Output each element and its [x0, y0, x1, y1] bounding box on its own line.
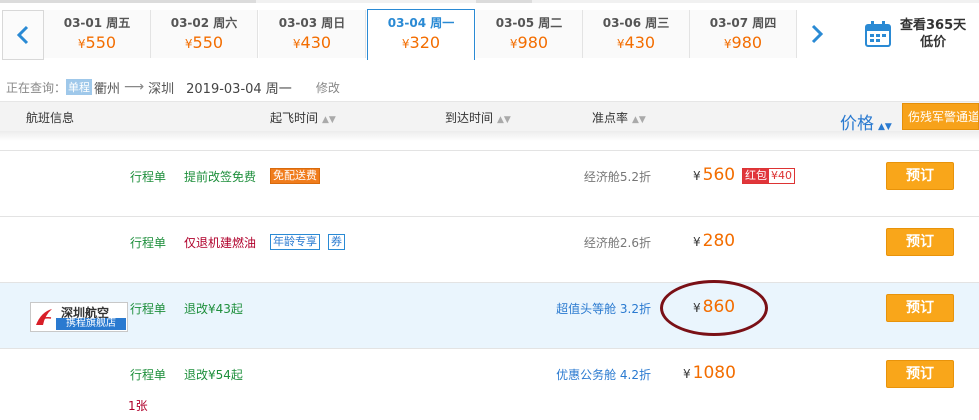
cabin-class: 优惠公务舱 4.2折	[556, 368, 651, 382]
origin-city: 衢州	[94, 81, 121, 97]
cabin-class: 超值头等舱 3.2折	[556, 302, 651, 316]
chevron-left-icon	[16, 25, 29, 45]
date-price-bar: 03-01 周五 ¥550 03-02 周六 ¥550 03-03 周日 ¥43…	[0, 0, 979, 64]
age-exclusive-tag: 年龄专享	[270, 234, 320, 250]
fare-row: 行程单 仅退机建燃油 年龄专享 券 经济舱2.6折 ¥280 预订	[0, 216, 979, 282]
book-button[interactable]: 预订	[886, 162, 954, 190]
date-price: ¥430	[292, 33, 332, 52]
col-flight-info: 航班信息	[26, 111, 75, 125]
destination-city: 深圳	[148, 81, 175, 97]
date-label: 03-06 周三	[602, 16, 670, 30]
date-price: ¥980	[509, 33, 549, 52]
refund-policy: 仅退机建燃油	[184, 236, 257, 250]
calendar-label: 查看365天 低价	[900, 18, 967, 50]
date-label: 03-05 周二	[495, 16, 563, 30]
header-shadow	[0, 131, 979, 141]
date-label: 03-04 周一	[387, 16, 455, 30]
date-price: ¥430	[616, 33, 656, 52]
fare-row-highlighted: 深圳航空 携程旗舰店 行程单 退改¥43起 超值头等舱 3.2折 ¥860 预订	[0, 282, 979, 348]
itinerary-label: 行程单	[130, 236, 167, 250]
date-label: 03-01 周五	[63, 16, 131, 30]
fare-price: ¥560	[693, 165, 736, 185]
date-price: ¥980	[723, 33, 763, 52]
modify-link[interactable]: 修改	[316, 79, 340, 96]
shenzhen-airlines-logo-icon	[36, 309, 52, 325]
itinerary-label: 行程单	[130, 302, 167, 316]
refund-policy: 退改¥54起	[184, 368, 243, 382]
date-tab-0304-selected[interactable]: 03-04 周一 ¥320	[367, 9, 475, 60]
low-price-calendar-button[interactable]: 查看365天 低价	[838, 10, 979, 58]
date-tab-0302[interactable]: 03-02 周六 ¥550	[151, 10, 258, 58]
calendar-icon	[865, 21, 891, 47]
fare-row: 行程单 提前改签免费 免配送费 经济舱5.2折 ¥560 红包 ¥40 预订	[0, 150, 979, 216]
col-arrive-sort[interactable]: 到达时间 ▲▼	[445, 109, 511, 126]
date-tab-0307[interactable]: 03-07 周四 ¥980	[690, 10, 797, 58]
date-label: 03-02 周六	[170, 16, 238, 30]
chevron-right-icon	[811, 24, 824, 44]
query-label: 正在查询：	[6, 80, 67, 95]
sort-icon: ▲▼	[322, 115, 336, 125]
flagship-store-label: 携程旗舰店	[56, 318, 126, 330]
sort-icon: ▲▼	[497, 115, 511, 125]
date-tab-0306[interactable]: 03-06 周三 ¥430	[583, 10, 690, 58]
date-label: 03-07 周四	[709, 16, 777, 30]
hongbao-badge: 红包 ¥40	[742, 168, 795, 184]
top-tab-strip	[0, 0, 979, 3]
sort-icon: ▲▼	[632, 115, 646, 125]
cabin-class: 经济舱5.2折	[583, 170, 651, 184]
free-delivery-tag: 免配送费	[270, 168, 320, 184]
results-header: 航班信息 起飞时间 ▲▼ 到达时间 ▲▼ 准点率 ▲▼ 价格 ▲▼ 伤残军警通道	[0, 101, 979, 134]
date-tab-0303[interactable]: 03-03 周日 ¥430	[259, 10, 366, 58]
next-dates-button[interactable]	[797, 10, 837, 58]
disabled-veteran-channel-button[interactable]: 伤残军警通道	[902, 103, 979, 130]
long-arrow-right-icon: ⟶	[124, 79, 145, 95]
itinerary-label: 行程单	[130, 368, 167, 382]
book-button[interactable]: 预订	[886, 228, 954, 256]
date-price: ¥320	[401, 33, 441, 52]
fare-price: ¥1080	[683, 363, 736, 383]
seats-left: 1张	[128, 399, 148, 413]
prev-dates-button[interactable]	[2, 10, 44, 60]
query-date: 2019-03-04 周一	[186, 81, 292, 97]
airline-store-logo[interactable]: 深圳航空 携程旗舰店	[30, 302, 128, 332]
book-button[interactable]: 预订	[886, 360, 954, 388]
date-label: 03-03 周日	[278, 16, 346, 30]
refund-policy: 退改¥43起	[184, 302, 243, 316]
cabin-class: 经济舱2.6折	[583, 236, 651, 250]
fare-price: ¥860	[693, 297, 736, 317]
refund-policy: 提前改签免费	[184, 170, 257, 184]
date-tab-0301[interactable]: 03-01 周五 ¥550	[44, 10, 151, 58]
current-query: 正在查询： 单程 衢州 ⟶ 深圳 2019-03-04 周一 修改	[6, 78, 340, 97]
date-price: ¥550	[184, 33, 224, 52]
col-depart-sort[interactable]: 起飞时间 ▲▼	[270, 109, 336, 126]
fare-price: ¥280	[693, 231, 736, 251]
date-tab-0305[interactable]: 03-05 周二 ¥980	[476, 10, 583, 58]
itinerary-label: 行程单	[130, 170, 167, 184]
date-price: ¥550	[77, 33, 117, 52]
trip-type-badge: 单程	[66, 79, 93, 95]
coupon-tag: 券	[328, 234, 345, 250]
book-button[interactable]: 预订	[886, 294, 954, 322]
col-ontime-sort[interactable]: 准点率 ▲▼	[592, 109, 646, 126]
